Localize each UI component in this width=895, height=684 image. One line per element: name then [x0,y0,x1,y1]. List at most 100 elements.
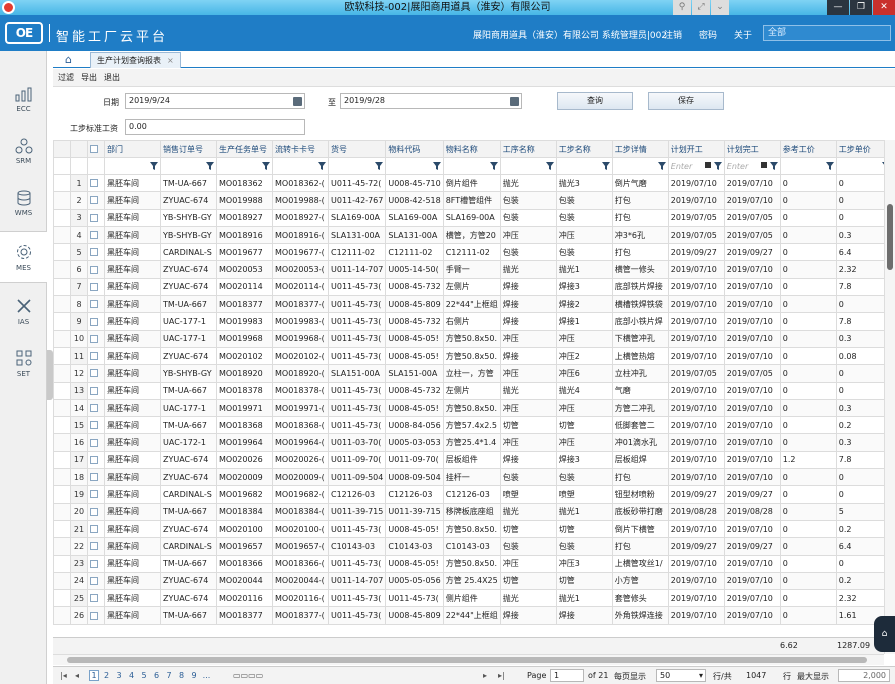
calendar-icon[interactable] [293,97,302,106]
table-row[interactable]: 2 黑胚车间 ZYUAC-674 MO019988 MO019988-(U011-42-… [53,191,893,210]
table-cell[interactable]: 打包 [611,537,669,556]
filter-cell[interactable] [160,157,217,175]
table-cell[interactable]: 8FT槽管组件 [442,191,501,210]
sidebar-item-srm[interactable]: SRM [0,125,47,177]
table-cell[interactable]: MO019657-( [272,537,329,556]
table-row[interactable]: 13 黑胚车间 TM-UA-667 MO018378 MO018378-(U011-45… [53,381,893,400]
table-cell[interactable]: 2019/07/10 [723,606,781,625]
table-cell[interactable]: 黑胚车间 [104,208,161,227]
table-cell[interactable]: 0 [779,468,837,487]
about-link[interactable]: 关于 [734,28,752,41]
row-checkbox[interactable] [90,213,98,222]
table-cell[interactable]: MO018920 [216,364,273,383]
table-cell[interactable]: U005-05-056 [385,571,444,591]
table-cell[interactable]: CARDINAL-S [160,243,217,262]
table-cell[interactable]: 2019/08/28 [723,502,781,521]
table-cell[interactable]: SLA169-00A [327,208,387,227]
table-cell[interactable]: 2019/07/10 [667,589,725,608]
table-cell[interactable]: MO019682 [216,485,273,504]
table-cell[interactable]: ZYUAC-674 [160,450,217,470]
table-cell[interactable]: YB-SHYB-GY [160,364,217,383]
row-select-cell[interactable] [87,381,105,400]
table-row[interactable]: 11 黑胚车间 ZYUAC-674 MO020102 MO020102-(U011-45… [53,346,893,366]
table-cell[interactable]: 2019/07/10 [723,416,781,435]
table-cell[interactable]: MO018378-( [272,381,329,400]
table-cell[interactable]: 2019/07/05 [723,364,781,383]
table-row[interactable]: 3 黑胚车间 YB-SHYB-GY MO018927 MO018927-(SLA169-… [53,208,893,227]
header-search-input[interactable]: 全部 [763,25,891,41]
table-cell[interactable]: 套管修头 [611,589,669,608]
row-checkbox[interactable] [90,179,98,188]
calendar-icon[interactable] [760,162,767,168]
table-cell[interactable]: ZYUAC-674 [160,191,217,210]
export-button[interactable]: 导出 [81,72,97,83]
table-cell[interactable]: 0 [779,364,837,383]
table-cell[interactable]: ZYUAC-674 [160,277,217,297]
table-cell[interactable]: MO018377-( [272,606,329,625]
filter-cell[interactable] [327,157,387,175]
table-cell[interactable]: 包装 [499,468,557,487]
table-cell[interactable]: 切管 [555,571,613,591]
table-cell[interactable]: 0 [779,329,837,348]
table-row[interactable]: 6 黑胚车间 ZYUAC-674 MO020053 MO020053-(U011-14-… [53,260,893,279]
table-cell[interactable]: MO019964 [216,433,273,452]
table-cell[interactable]: 打包 [611,191,669,210]
filter-funnel-icon[interactable] [318,162,326,170]
table-cell[interactable]: 焊接 [499,606,557,625]
table-cell[interactable]: MO019968 [216,329,273,348]
table-cell[interactable]: ZYUAC-674 [160,519,217,539]
table-cell[interactable]: ZYUAC-674 [160,260,217,279]
table-cell[interactable]: U008-45-05! [385,398,444,418]
table-cell[interactable]: 冲压 [499,398,557,418]
row-select-cell[interactable] [87,260,105,279]
row-checkbox[interactable] [90,455,98,464]
filter-cell[interactable] [104,157,161,175]
table-row[interactable]: 7 黑胚车间 ZYUAC-674 MO020114 MO020114-(U011-45-… [53,277,893,297]
row-select-cell[interactable] [87,537,105,556]
table-cell[interactable]: 低脚套管二 [611,416,669,435]
table-row[interactable]: 26 黑胚车间 TM-UA-667 MO018377 MO018377-(U011-45… [53,606,893,625]
table-cell[interactable]: 黑胚车间 [104,243,161,262]
header-cell[interactable]: 参考工价 [779,140,837,158]
table-cell[interactable]: MO019677 [216,243,273,262]
table-cell[interactable]: 2019/07/10 [667,433,725,452]
filter-funnel-icon[interactable] [657,162,666,170]
table-cell[interactable]: 冲01滴水孔 [611,433,669,452]
table-cell[interactable]: MO020009-( [272,468,329,487]
table-cell[interactable]: U008-45-732 [385,312,444,331]
table-cell[interactable]: 包装 [555,191,613,210]
table-cell[interactable]: 倒片气磨 [611,173,669,193]
table-cell[interactable]: 2019/07/05 [723,208,781,227]
filter-funnel-icon[interactable] [769,162,778,170]
table-cell[interactable]: TM-UA-667 [160,502,217,521]
table-cell[interactable]: UAC-177-1 [160,398,217,418]
table-cell[interactable]: ZYUAC-674 [160,468,217,487]
table-cell[interactable]: 挂杆一 [442,468,501,487]
table-cell[interactable]: U008-45-732 [385,381,444,400]
header-cell[interactable]: 货号 [327,140,387,158]
vertical-scrollbar[interactable] [884,140,895,654]
date-from-input[interactable]: 2019/9/24 [125,93,305,109]
save-button[interactable]: 保存 [648,92,724,110]
table-row[interactable]: 4 黑胚车间 YB-SHYB-GY MO018916 MO018916-(SLA131-… [53,225,893,245]
table-cell[interactable]: MO018384-( [272,502,329,521]
header-cell[interactable]: 计划开工 [667,140,725,158]
table-row[interactable]: 21 黑胚车间 ZYUAC-674 MO020100 MO020100-(U011-45… [53,519,893,539]
table-cell[interactable]: U011-14-707 [327,571,387,591]
table-cell[interactable]: 2019/09/27 [667,485,725,504]
table-row[interactable]: 18 黑胚车间 ZYUAC-674 MO020009 MO020009-(U011-09… [53,468,893,487]
prev-page-icon[interactable]: ◂ [75,671,79,680]
table-cell[interactable]: 横槽铁焊铁袋 [611,295,669,314]
row-checkbox[interactable] [90,282,98,291]
table-cell[interactable]: U005-03-053 [385,433,444,452]
filter-cell[interactable] [216,157,273,175]
table-row[interactable]: 24 黑胚车间 ZYUAC-674 MO020044 MO020044-(U011-14… [53,571,893,591]
table-row[interactable]: 1 黑胚车间 TM-UA-667 MO018362 MO018362-(U011-45-… [53,173,893,193]
table-cell[interactable]: 抛光4 [555,381,613,400]
table-cell[interactable]: 外角铁焊连接 [611,606,669,625]
table-cell[interactable]: C12111-02 [327,243,387,262]
table-cell[interactable]: U008-45-05! [385,329,444,348]
table-cell[interactable]: 立柱一，方管 [442,364,501,383]
sidebar-item-mes[interactable]: MES [0,231,47,283]
table-cell[interactable]: 切管 [555,519,613,539]
